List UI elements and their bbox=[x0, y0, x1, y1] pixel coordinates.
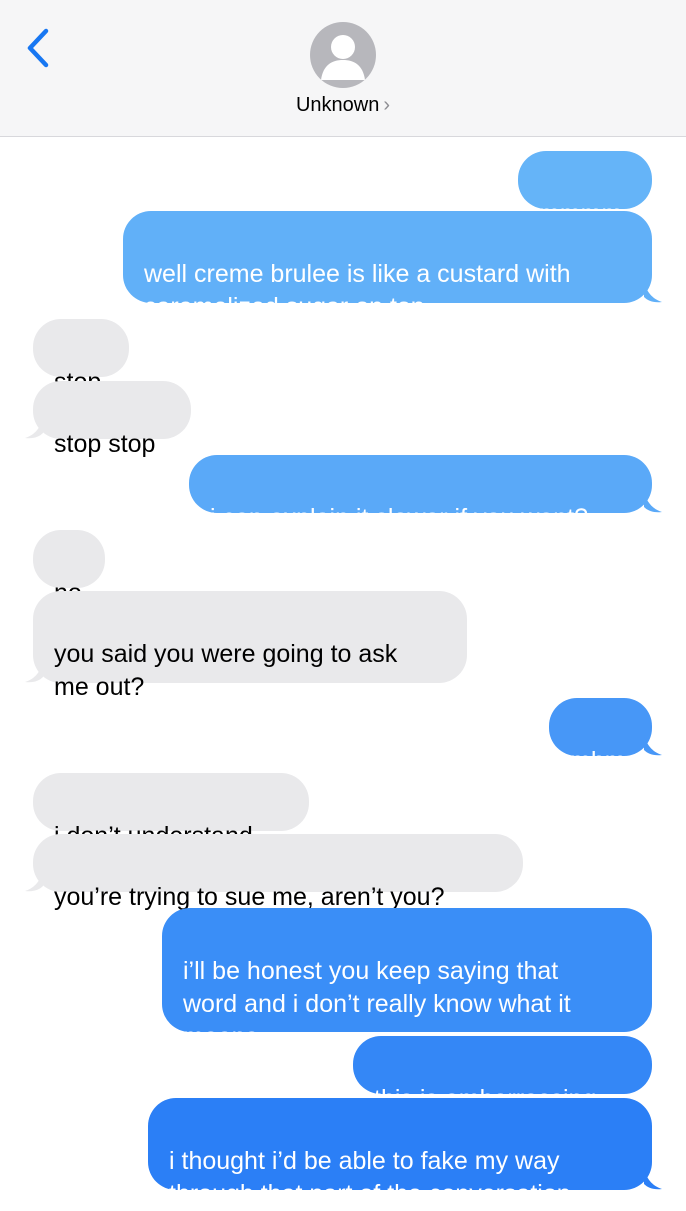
contact-name: Unknown bbox=[295, 94, 380, 116]
conversation-header: Unknown › bbox=[0, 0, 686, 137]
message-text: well creme brulee is like a custard with… bbox=[144, 260, 571, 321]
contact-name-button[interactable]: Unknown › bbox=[0, 94, 686, 117]
chevron-right-icon: › bbox=[383, 94, 391, 116]
received-message-bubble[interactable]: i don’t understand bbox=[33, 773, 309, 850]
sent-bubble-tail bbox=[644, 281, 662, 303]
sent-message-bubble[interactable]: this is embarrassing bbox=[353, 1036, 652, 1113]
sent-message-bubble[interactable]: i thought i’d be able to fake my way thr… bbox=[148, 1098, 652, 1208]
message-text: you’re trying to sue me, aren’t you? bbox=[54, 883, 445, 911]
contact-avatar-icon[interactable] bbox=[310, 22, 376, 88]
sent-message-bubble[interactable]: mmmm bbox=[518, 151, 652, 228]
received-bubble-tail bbox=[25, 870, 43, 892]
message-text: stop stop bbox=[54, 430, 156, 458]
received-message-bubble[interactable]: stop stop bbox=[33, 381, 191, 458]
received-message-bubble[interactable]: you’re trying to sue me, aren’t you? bbox=[33, 834, 523, 911]
sent-message-bubble[interactable]: i can explain it slower if you want? bbox=[189, 455, 652, 532]
sent-message-bubble[interactable]: well creme brulee is like a custard with… bbox=[123, 211, 652, 321]
message-text: i thought i’d be able to fake my way thr… bbox=[169, 1147, 571, 1208]
sent-message-bubble[interactable]: i’ll be honest you keep saying that word… bbox=[162, 908, 652, 1051]
received-bubble-tail bbox=[25, 417, 43, 439]
received-message-bubble[interactable]: no bbox=[33, 530, 105, 607]
sent-message-bubble[interactable]: mhm bbox=[549, 698, 652, 775]
sent-bubble-tail bbox=[644, 491, 662, 513]
received-message-bubble[interactable]: stop bbox=[33, 319, 129, 396]
message-text: you said you were going to ask me out? bbox=[54, 640, 398, 701]
received-message-bubble[interactable]: you said you were going to ask me out? bbox=[33, 591, 467, 701]
sent-bubble-tail bbox=[644, 734, 662, 756]
sent-bubble-tail bbox=[644, 1168, 662, 1190]
received-bubble-tail bbox=[25, 661, 43, 683]
message-text: mhm bbox=[570, 747, 626, 775]
back-chevron-icon[interactable] bbox=[22, 26, 56, 70]
message-text: i can explain it slower if you want? bbox=[210, 504, 588, 532]
